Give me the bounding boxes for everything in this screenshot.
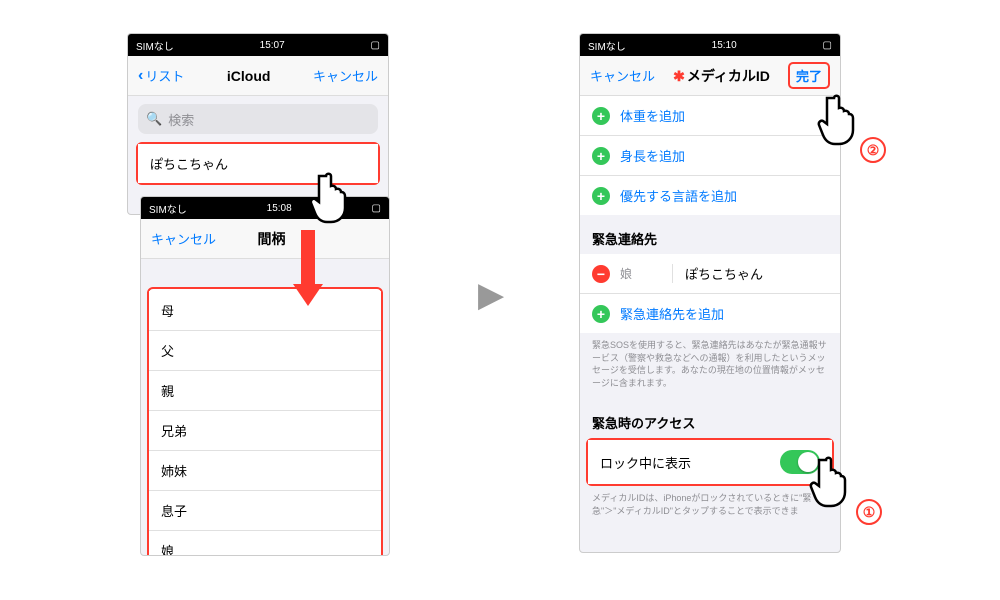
battery-icon: ▢ [823,40,832,51]
add-fields-group: + 体重を追加 + 身長を追加 + 優先する言語を追加 [580,96,840,215]
callout-badge-1: ① [856,499,882,525]
red-down-arrow-icon [293,230,323,308]
add-label: 優先する言語を追加 [620,186,737,205]
relationship-option[interactable]: 姉妹 [149,451,381,491]
emergency-access-footer: メディカルIDは、iPhoneがロックされているときに"緊急"＞"メディカルID… [580,486,840,527]
contact-name: ぽちこちゃん [672,264,763,283]
add-height-row[interactable]: + 身長を追加 [580,136,840,176]
gap [141,259,389,287]
status-time: 15:10 [712,40,737,51]
relationship-list-highlighted: 母 父 親 兄弟 姉妹 息子 娘 [147,287,383,556]
phone-screen-medical-id: SIMなし 15:10 ▢ キャンセル ✱メディカルID 完了 + 体重を追加 … [579,33,841,553]
status-time: 15:07 [260,40,285,51]
search-placeholder: 検索 [168,110,194,129]
back-label: リスト [145,66,184,85]
plus-icon: + [592,147,610,165]
option-label: 息子 [161,501,187,520]
phone-screen-relationship: SIMなし 15:08 ▢ キャンセル 間柄 母 父 親 兄弟 姉妹 息子 娘 [140,196,390,556]
nav-bar: ‹ リスト iCloud キャンセル [128,56,388,96]
show-when-locked-row[interactable]: ロック中に表示 [588,440,832,484]
callout-badge-2: ② [860,137,886,163]
status-right: ▢ [372,203,381,214]
nav-title: ✱メディカルID [673,66,770,86]
emergency-contact-row[interactable]: − 娘 ぽちこちゃん [580,254,840,294]
status-carrier: SIMなし [588,38,626,53]
add-label: 緊急連絡先を追加 [620,304,724,323]
status-bar: SIMなし 15:07 ▢ [128,34,388,56]
pointer-hand-icon [308,170,356,226]
cancel-button[interactable]: キャンセル [590,66,655,85]
medical-star-icon: ✱ [673,68,685,84]
nav-title: 間柄 [258,229,286,249]
relationship-option[interactable]: 兄弟 [149,411,381,451]
step-arrow-icon: ▶ [478,275,504,315]
option-label: 親 [161,381,174,400]
contact-relation: 娘 [620,265,672,282]
back-button[interactable]: ‹ リスト [138,66,184,85]
option-label: 姉妹 [161,461,187,480]
lock-screen-row-highlighted: ロック中に表示 [586,438,834,486]
status-right: ▢ [371,40,380,51]
minus-icon[interactable]: − [592,265,610,283]
emergency-contacts-header: 緊急連絡先 [580,215,840,254]
add-label: 身長を追加 [620,146,685,165]
search-icon: 🔍 [146,111,162,127]
battery-icon: ▢ [372,203,381,214]
add-language-row[interactable]: + 優先する言語を追加 [580,176,840,215]
status-right: ▢ [823,40,832,51]
add-label: 体重を追加 [620,106,685,125]
status-bar: SIMなし 15:10 ▢ [580,34,840,56]
option-label: 兄弟 [161,421,187,440]
add-emergency-contact-row[interactable]: + 緊急連絡先を追加 [580,294,840,333]
relationship-option[interactable]: 娘 [149,531,381,556]
emergency-contacts-group: − 娘 ぽちこちゃん + 緊急連絡先を追加 [580,254,840,333]
relationship-option[interactable]: 母 [149,291,381,331]
relationship-option[interactable]: 親 [149,371,381,411]
search-input[interactable]: 🔍 検索 [138,104,378,134]
status-carrier: SIMなし [136,38,174,53]
title-text: メディカルID [687,68,770,84]
relationship-option[interactable]: 父 [149,331,381,371]
emergency-access-header: 緊急時のアクセス [580,399,840,438]
battery-icon: ▢ [371,40,380,51]
plus-icon: + [592,305,610,323]
pointer-hand-icon [808,454,856,510]
cancel-button[interactable]: キャンセル [151,229,216,248]
pointer-hand-icon [816,92,864,148]
option-label: 母 [161,301,174,320]
done-button[interactable]: 完了 [788,62,830,89]
chevron-left-icon: ‹ [138,67,143,85]
cancel-button[interactable]: キャンセル [313,66,378,85]
contact-name: ぽちこちゃん [150,154,228,173]
lock-label: ロック中に表示 [600,453,691,472]
nav-title: iCloud [227,68,271,84]
add-weight-row[interactable]: + 体重を追加 [580,96,840,136]
option-label: 父 [161,341,174,360]
plus-icon: + [592,107,610,125]
emergency-contacts-footer: 緊急SOSを使用すると、緊急連絡先はあなたが緊急通報サービス（警察や救急などへの… [580,333,840,399]
plus-icon: + [592,187,610,205]
relationship-option[interactable]: 息子 [149,491,381,531]
option-label: 娘 [161,541,174,556]
status-time: 15:08 [267,203,292,214]
nav-bar: キャンセル ✱メディカルID 完了 [580,56,840,96]
status-carrier: SIMなし [149,201,187,216]
